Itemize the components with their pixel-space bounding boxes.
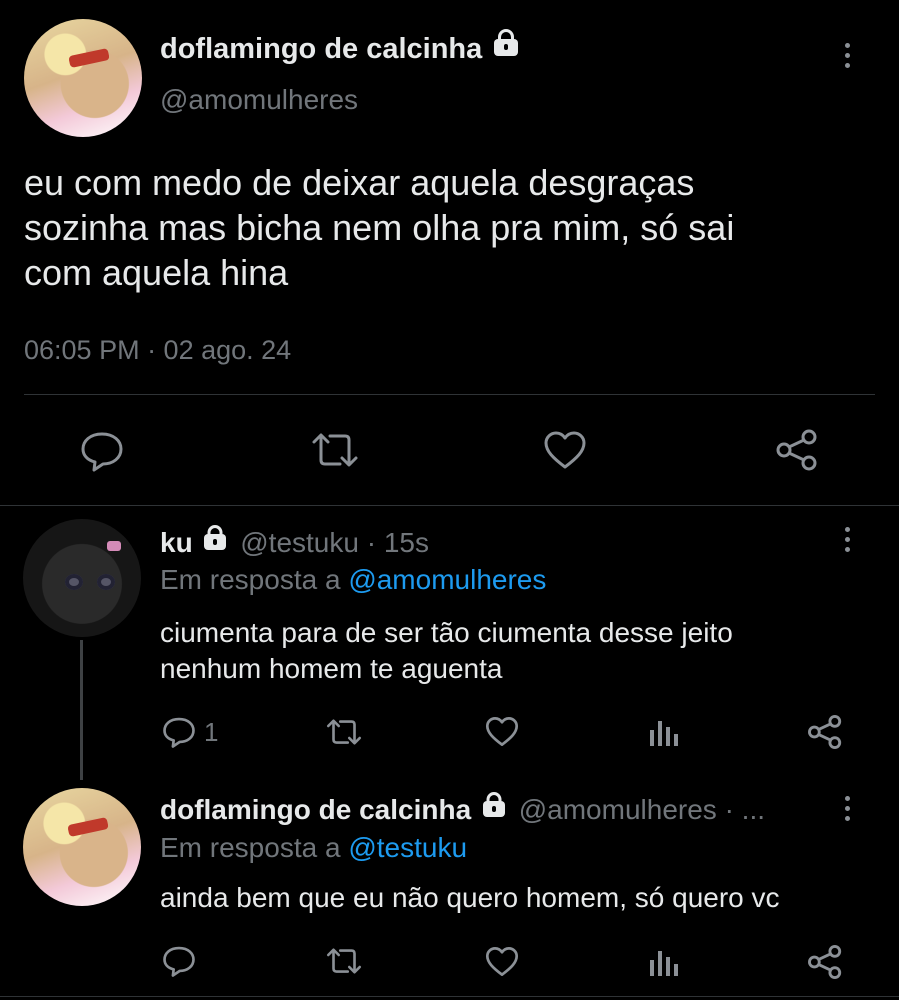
like-icon[interactable] <box>485 946 519 977</box>
more-options-button[interactable] <box>845 527 850 552</box>
reply-icon[interactable] <box>162 716 196 748</box>
tweet-text-line: nenhum homem te aguenta <box>160 653 503 684</box>
in-reply-to-link[interactable]: @testuku <box>348 832 467 863</box>
protected-lock-icon <box>482 800 505 817</box>
reply-header: ku @testuku · 15s <box>160 527 429 559</box>
like-icon[interactable] <box>543 430 587 470</box>
protected-lock-icon <box>204 533 227 550</box>
tweet-text-line: com aquela hina <box>24 252 289 293</box>
share-icon[interactable] <box>775 428 819 472</box>
author-display-name[interactable]: ku <box>160 527 193 558</box>
reply-header: doflamingo de calcinha @amomulheres · ..… <box>160 794 765 826</box>
more-options-button[interactable] <box>845 43 850 68</box>
tweet-text-line: ainda bem que eu não quero homem, só que… <box>160 882 780 913</box>
in-reply-to: Em resposta a @amomulheres <box>160 564 547 595</box>
more-options-button[interactable] <box>845 796 850 821</box>
avatar[interactable] <box>23 519 141 637</box>
in-reply-to-link[interactable]: @amomulheres <box>348 564 546 595</box>
protected-lock-icon <box>494 38 519 56</box>
avatar[interactable] <box>23 788 141 906</box>
analytics-icon[interactable] <box>647 716 679 748</box>
tweet-text-line: eu com medo de deixar aquela desgraças <box>24 162 695 203</box>
share-icon[interactable] <box>807 944 843 980</box>
thread-connector <box>80 640 83 780</box>
tweet-text: ciumenta para de ser tão ciumenta desse … <box>160 615 733 687</box>
retweet-icon[interactable] <box>310 430 360 470</box>
tweet-text-line: sozinha mas bicha nem olha pra mim, só s… <box>24 207 735 248</box>
like-icon[interactable] <box>485 716 519 747</box>
retweet-icon[interactable] <box>325 717 363 747</box>
tweet-text: eu com medo de deixar aquela desgraças s… <box>24 160 734 295</box>
divider <box>0 505 899 506</box>
reply-icon[interactable] <box>162 945 196 977</box>
in-reply-to: Em resposta a @testuku <box>160 832 468 863</box>
author-display-name[interactable]: doflamingo de calcinha <box>160 33 519 66</box>
divider <box>0 996 899 997</box>
tweet-timestamp[interactable]: 06:05 PM · 02 ago. 24 <box>24 335 291 366</box>
divider <box>24 394 875 395</box>
reply-icon[interactable] <box>80 430 124 472</box>
tweet-text: ainda bem que eu não quero homem, só que… <box>160 880 780 916</box>
author-handle-time[interactable]: @amomulheres · ... <box>519 794 765 825</box>
author-handle[interactable]: @amomulheres <box>160 84 358 116</box>
author-display-name[interactable]: doflamingo de calcinha <box>160 794 471 825</box>
reply-count: 1 <box>204 717 219 747</box>
tweet-text-line: ciumenta para de ser tão ciumenta desse … <box>160 617 733 648</box>
analytics-icon[interactable] <box>647 946 679 978</box>
avatar[interactable] <box>24 19 142 137</box>
share-icon[interactable] <box>807 714 843 750</box>
retweet-icon[interactable] <box>325 946 363 976</box>
author-handle-time[interactable]: @testuku · 15s <box>240 527 429 558</box>
